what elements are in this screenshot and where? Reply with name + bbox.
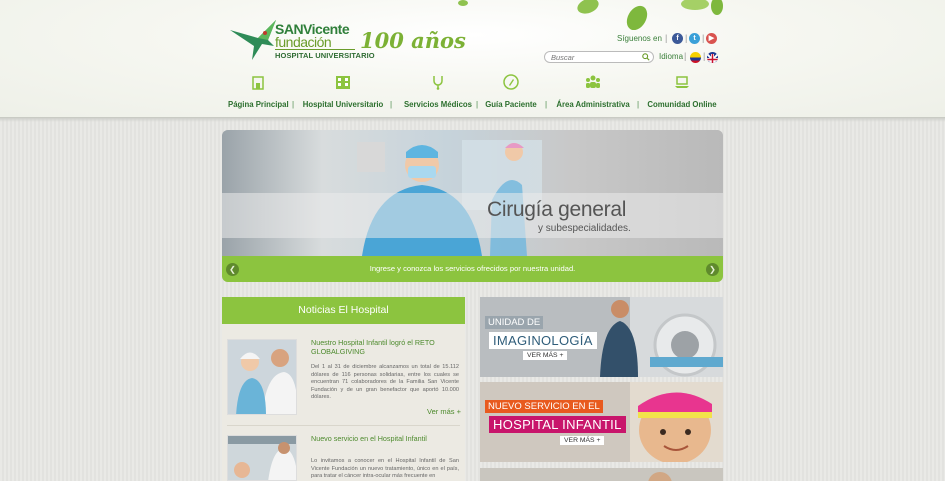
search-icon[interactable]: [642, 53, 650, 61]
nav-separator: |: [545, 100, 548, 109]
language-label: Idioma: [659, 52, 684, 61]
promo-partial[interactable]: [480, 468, 723, 481]
child-photo-icon: [228, 436, 296, 480]
news-heading: Noticias El Hospital: [222, 297, 465, 324]
uk-flag-icon[interactable]: [707, 52, 718, 63]
news-thumbnail[interactable]: [227, 339, 297, 415]
separator: |: [685, 33, 688, 43]
search-input[interactable]: [551, 52, 641, 62]
separator: |: [665, 33, 668, 43]
news-item-title[interactable]: Nuevo servicio en el Hospital Infantil: [311, 434, 456, 443]
header-divider: [0, 118, 945, 122]
news-item-body: Lo invitamos a conocer en el Hospital In…: [311, 458, 459, 479]
news-item-title[interactable]: Nuestro Hospital Infantil logró el RETO …: [311, 338, 456, 356]
news-thumbnail[interactable]: [227, 435, 297, 481]
chevron-left-icon[interactable]: ❮: [226, 263, 239, 276]
promo-photo-icon: [648, 472, 672, 481]
nav-hospital-universitario[interactable]: Hospital Universitario: [300, 72, 386, 112]
banner-title-band: [222, 193, 723, 238]
banner-subtitle: y subespecialidades.: [538, 223, 631, 234]
stethoscope-icon: [433, 76, 443, 90]
nav-servicios-medicos[interactable]: Servicios Médicos: [400, 72, 476, 112]
twitter-icon[interactable]: t: [689, 33, 700, 44]
youtube-icon[interactable]: ▶: [706, 33, 717, 44]
nav-area-administrativa[interactable]: Área Administrativa: [555, 72, 631, 112]
promo-hospital-infantil[interactable]: NUEVO SERVICIO EN EL HOSPITAL INFANTIL V…: [480, 382, 723, 462]
follow-label: Síguenos en: [617, 34, 662, 43]
nav-label: Servicios Médicos: [403, 100, 473, 109]
logo-rule: [275, 49, 355, 50]
separator: |: [702, 33, 705, 43]
group-icon: [586, 75, 600, 88]
read-more-link[interactable]: Ver más +: [427, 407, 461, 416]
laptop-icon: [675, 76, 689, 88]
nav-pagina-principal[interactable]: Página Principal: [228, 72, 289, 112]
nav-label: Página Principal: [228, 100, 289, 109]
nav-guia-paciente[interactable]: Guía Paciente: [484, 72, 538, 112]
nav-label: Guía Paciente: [485, 100, 537, 109]
leaves-decoration-icon: [458, 0, 723, 30]
facebook-icon[interactable]: f: [672, 33, 683, 44]
news-panel: Noticias El Hospital Nuestro Hospital In…: [222, 297, 465, 481]
chevron-right-icon[interactable]: ❯: [706, 263, 719, 276]
hero-banner[interactable]: Cirugía general y subespecialidades. Ing…: [222, 130, 723, 282]
promo-title: IMAGINOLOGÍA: [489, 332, 597, 349]
hummingbird-icon: [230, 20, 276, 60]
nav-separator: |: [476, 100, 479, 109]
news-item-body: Del 1 al 31 de diciembre alcanzamos un t…: [311, 364, 459, 400]
nav-separator: |: [390, 100, 393, 109]
separator: |: [684, 51, 687, 61]
doctor-child-photo-icon: [228, 340, 296, 414]
anniversary-label: 100 años: [360, 28, 466, 53]
promo-more-button[interactable]: VER MÁS +: [523, 351, 568, 360]
banner-caption[interactable]: Ingrese y conozca los servicios ofrecido…: [222, 264, 723, 273]
colombia-flag-icon[interactable]: [690, 52, 701, 63]
nav-separator: |: [637, 100, 640, 109]
promo-tag: UNIDAD DE: [485, 316, 544, 329]
nav-separator: |: [292, 100, 295, 109]
hospital-icon: [336, 76, 350, 89]
promo-tag: NUEVO SERVICIO EN EL: [485, 400, 603, 413]
site-logo[interactable]: SANVicente fundación HOSPITAL UNIVERSITA…: [228, 16, 468, 68]
nav-label: Hospital Universitario: [302, 100, 384, 109]
promo-imaginologia[interactable]: UNIDAD DE IMAGINOLOGÍA VER MÁS +: [480, 297, 723, 377]
main-navigation: Página Principal | Hospital Universitari…: [222, 72, 723, 112]
nav-comunidad-online[interactable]: Comunidad Online: [647, 72, 717, 112]
nav-label: Comunidad Online: [647, 100, 717, 109]
separator: |: [703, 51, 706, 61]
banner-title: Cirugía general: [487, 198, 627, 221]
promo-more-button[interactable]: VER MÁS +: [560, 436, 605, 445]
promo-title: HOSPITAL INFANTIL: [489, 416, 626, 433]
pen-icon: [503, 74, 519, 90]
building-icon: [252, 76, 264, 90]
news-divider: [227, 425, 460, 426]
search-box[interactable]: [544, 51, 654, 63]
logo-fundacion: fundación: [275, 34, 332, 50]
nav-label: Área Administrativa: [556, 100, 630, 109]
